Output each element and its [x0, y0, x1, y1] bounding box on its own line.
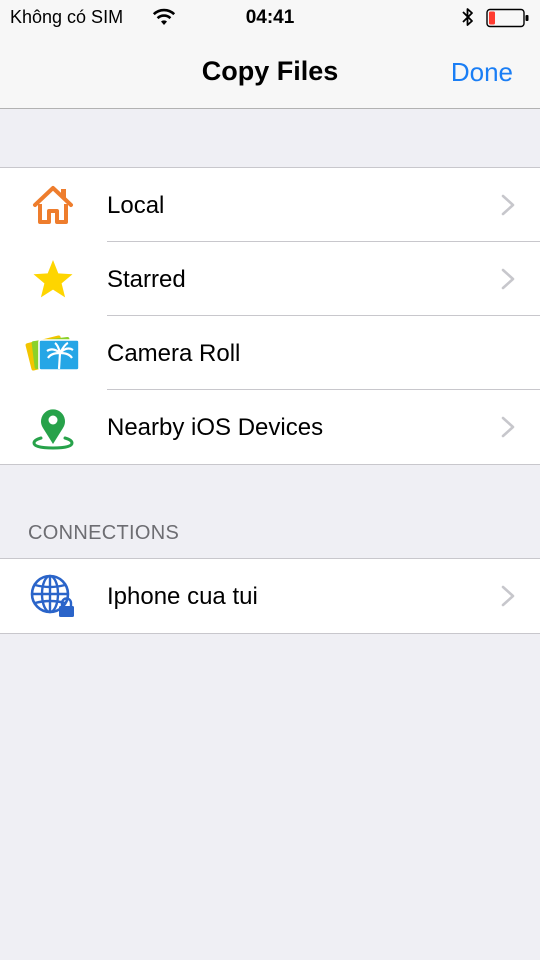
bluetooth-icon — [461, 7, 475, 32]
connections-list: Iphone cua tui — [0, 558, 540, 634]
chevron-right-icon — [501, 585, 515, 612]
list-item-nearby-ios-devices[interactable]: Nearby iOS Devices — [0, 390, 540, 464]
star-icon — [24, 256, 82, 302]
list-item-label: Camera Roll — [107, 340, 241, 367]
location-pin-icon — [24, 404, 82, 450]
chevron-right-icon — [501, 268, 515, 295]
list-item-starred[interactable]: Starred — [0, 242, 540, 316]
chevron-right-icon — [501, 416, 515, 443]
list-item-connection[interactable]: Iphone cua tui — [0, 559, 540, 633]
section-header-connections: CONNECTIONS — [28, 522, 180, 544]
done-button[interactable]: Done — [451, 57, 513, 88]
locations-list: Local Starred Camera Roll Nearby iOS Dev… — [0, 167, 540, 465]
list-item-camera-roll[interactable]: Camera Roll — [0, 316, 540, 390]
camera-roll-icon — [24, 330, 82, 376]
globe-lock-icon — [24, 573, 82, 619]
navigation-bar: Copy Files Done — [0, 36, 540, 109]
list-item-label: Local — [107, 192, 165, 219]
list-item-label: Nearby iOS Devices — [107, 414, 324, 441]
status-time: 04:41 — [245, 7, 295, 28]
status-bar: Không có SIM 04:41 — [0, 0, 540, 36]
list-item-label: Iphone cua tui — [107, 583, 258, 610]
list-item-local[interactable]: Local — [0, 168, 540, 242]
chevron-right-icon — [501, 194, 515, 221]
battery-icon — [486, 8, 530, 33]
house-icon — [24, 182, 82, 228]
list-item-label: Starred — [107, 266, 186, 293]
